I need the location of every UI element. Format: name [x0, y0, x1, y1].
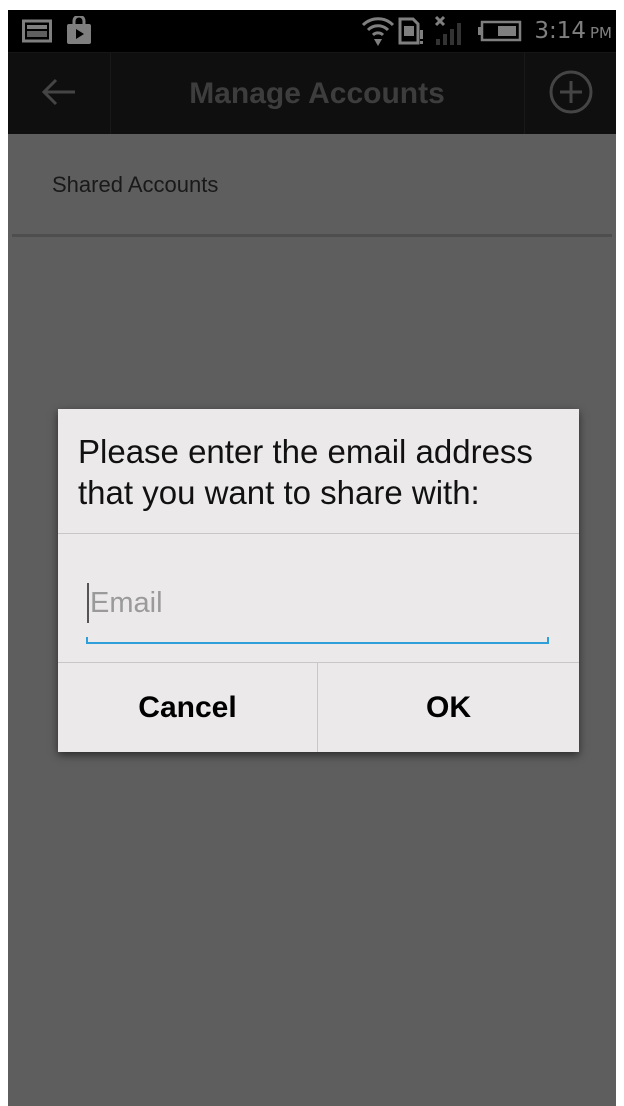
ok-button[interactable]: OK	[318, 663, 579, 752]
share-email-dialog: Please enter the email address that you …	[58, 409, 579, 752]
cancel-button[interactable]: Cancel	[58, 663, 317, 752]
phone-screen: 3:14PM Manage Accounts Shared Accounts P…	[8, 10, 616, 1106]
dialog-divider	[58, 533, 579, 534]
email-field-underline	[86, 637, 549, 644]
text-caret	[87, 583, 89, 623]
email-field[interactable]	[86, 569, 549, 637]
dialog-message: Please enter the email address that you …	[78, 433, 533, 511]
email-field-container	[86, 569, 549, 647]
